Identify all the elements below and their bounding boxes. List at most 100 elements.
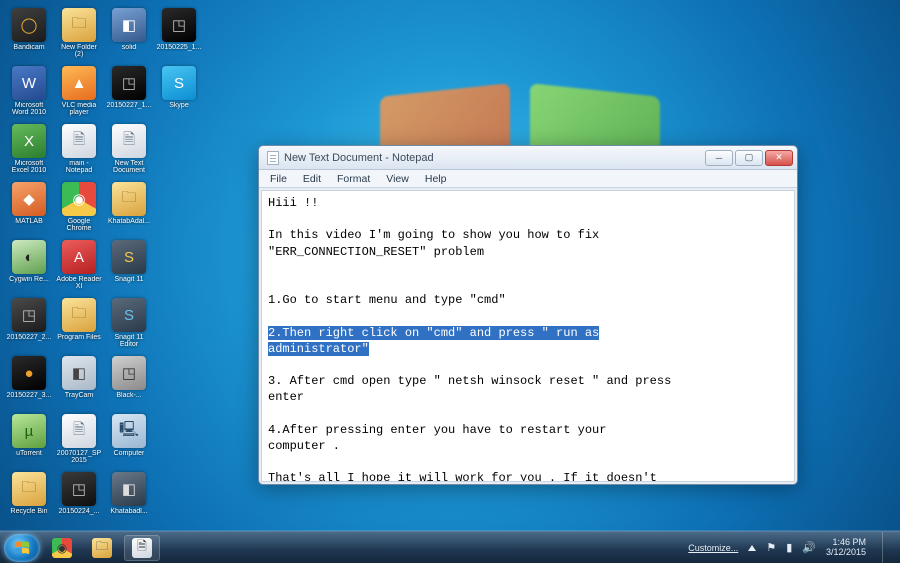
desktop-icon-label: main - Notepad <box>56 160 102 175</box>
desktop-icon-label: 20070127_SP2015 <box>56 450 102 465</box>
taskbar-button[interactable]: 🗀 <box>84 535 120 561</box>
window-title: New Text Document - Notepad <box>284 152 705 164</box>
desktop-icon-image: S <box>112 240 146 274</box>
desktop-icon-label: uTorrent <box>16 450 42 457</box>
editor-text-selected: 2.Then right click on "cmd" and press " … <box>268 326 599 356</box>
desktop-icon[interactable]: ◐Cygwin Re... <box>6 238 52 294</box>
menu-format[interactable]: Format <box>330 172 377 186</box>
desktop-icon-label: Computer <box>114 450 145 457</box>
desktop-icon-label: Adobe Reader XI <box>56 276 102 291</box>
desktop-icon-label: MATLAB <box>15 218 43 225</box>
desktop-icon-image: ● <box>12 356 46 390</box>
notepad-icon <box>267 151 279 165</box>
tray-overflow-icon[interactable] <box>748 545 756 551</box>
desktop-icon[interactable]: A Adobe Reader XI <box>56 238 102 294</box>
tray-customize-link[interactable]: Customize... <box>688 543 738 553</box>
desktop-icon-label: Khatabadl... <box>110 508 147 515</box>
minimize-button[interactable]: ─ <box>705 150 733 166</box>
notepad-menubar: FileEditFormatViewHelp <box>259 170 797 188</box>
desktop-icon[interactable]: WMicrosoft Word 2010 <box>6 64 52 120</box>
desktop-icon[interactable]: ▲ VLC media player <box>56 64 102 120</box>
desktop-icon-label: Black-... <box>116 392 141 399</box>
desktop-icon[interactable]: 🗀KhatabAdal... <box>106 180 152 236</box>
desktop-icon-image: ◆ <box>12 182 46 216</box>
desktop-icon-image: ◧ <box>62 356 96 390</box>
desktop-icon-label: 20150225_1... <box>157 44 202 51</box>
desktop-icon-label: TrayCam <box>65 392 94 399</box>
desktop-icon-label: New Text Document <box>106 160 152 175</box>
desktop-icon-label: VLC media player <box>56 102 102 117</box>
desktop-icon[interactable]: ◧solid <box>106 6 152 62</box>
desktop-icon-image: 🗎 <box>112 124 146 158</box>
desktop-icon[interactable]: ◳20150225_1... <box>156 6 202 62</box>
desktop-icon[interactable]: ◳ 20150227_2... <box>6 296 52 352</box>
desktop-icon-image: ◯ <box>12 8 46 42</box>
desktop-icon[interactable]: 🗀Program Files <box>56 296 102 352</box>
desktop-icon[interactable]: ◧ Khatabadl... <box>106 470 152 526</box>
desktop-icon-image: X <box>12 124 46 158</box>
volume-icon[interactable]: 🔊 <box>802 541 816 554</box>
taskbar-clock[interactable]: 1:46 PM 3/12/2015 <box>826 538 866 558</box>
desktop-icon[interactable]: ◯Bandicam <box>6 6 52 62</box>
explorer-icon: 🗀 <box>92 538 112 558</box>
desktop-icon[interactable]: 🗎20070127_SP2015 <box>56 412 102 468</box>
close-button[interactable]: ✕ <box>765 150 793 166</box>
menu-edit[interactable]: Edit <box>296 172 328 186</box>
taskbar-button[interactable]: 🗎 <box>124 535 160 561</box>
desktop-icon[interactable]: ◧ TrayCam <box>56 354 102 410</box>
desktop-icon[interactable]: SSnagit 11 Editor <box>106 296 152 352</box>
chrome-icon: ◉ <box>52 538 72 558</box>
desktop-icon[interactable]: 🗎main - Notepad <box>56 122 102 178</box>
desktop-icon-image: ◧ <box>112 472 146 506</box>
desktop-icon[interactable]: ◉Google Chrome <box>56 180 102 236</box>
notepad-text-area[interactable]: Hiii !! In this video I'm going to show … <box>261 190 795 482</box>
desktop-icon[interactable]: ◳20150224_... <box>56 470 102 526</box>
desktop-icon[interactable]: 🗀 New Folder (2) <box>56 6 102 62</box>
desktop-icon-label: Recycle Bin <box>11 508 48 515</box>
desktop-icon-image: 🗀 <box>62 8 96 42</box>
desktop-icon-image: ◉ <box>62 182 96 216</box>
desktop-icon-label: solid <box>122 44 136 51</box>
desktop-icon-image: ◳ <box>112 66 146 100</box>
desktop-icon[interactable]: µuTorrent <box>6 412 52 468</box>
notepad-app-icon: 🗎 <box>132 538 152 558</box>
desktop-icon-label: 20150227_1... <box>107 102 152 109</box>
maximize-button[interactable]: ▢ <box>735 150 763 166</box>
desktop-icon-image: S <box>112 298 146 332</box>
desktop-icon[interactable]: SSkype <box>156 64 202 120</box>
menu-file[interactable]: File <box>263 172 294 186</box>
desktop-icon[interactable]: ◳ Black-... <box>106 354 152 410</box>
desktop-icon[interactable]: XMicrosoft Excel 2010 <box>6 122 52 178</box>
taskbar-button[interactable]: ◉ <box>44 535 80 561</box>
desktop-icon[interactable]: S Snagit 11 <box>106 238 152 294</box>
show-desktop-button[interactable] <box>882 532 892 563</box>
taskbar: ◉ 🗀 🗎 Customize... ⚑ ▮ 🔊 1:46 PM 3/12/2015 <box>0 531 900 563</box>
desktop-icon-image: ◳ <box>112 356 146 390</box>
menu-help[interactable]: Help <box>418 172 454 186</box>
desktop-icon[interactable]: ◆ MATLAB <box>6 180 52 236</box>
start-button[interactable] <box>4 534 40 562</box>
menu-view[interactable]: View <box>379 172 416 186</box>
desktop-icon-image: ◳ <box>12 298 46 332</box>
desktop-icon[interactable]: ● 20150227_3... <box>6 354 52 410</box>
clock-date: 3/12/2015 <box>826 548 866 558</box>
desktop-icon[interactable]: 🗎 New Text Document <box>106 122 152 178</box>
desktop-icon-label: 20150227_2... <box>7 334 52 341</box>
desktop-icon[interactable]: 🗀 Recycle Bin <box>6 470 52 526</box>
desktop-icon-label: KhatabAdal... <box>108 218 150 225</box>
desktop-icon-image: 🗀 <box>62 298 96 332</box>
desktop-icon-label: 20150227_3... <box>7 392 52 399</box>
network-icon[interactable]: ▮ <box>786 541 792 554</box>
desktop-icon[interactable]: 🖳 Computer <box>106 412 152 468</box>
desktop-icon-image: S <box>162 66 196 100</box>
desktop-icon[interactable]: ◳ 20150227_1... <box>106 64 152 120</box>
desktop-icon-label: Snagit 11 <box>114 276 143 283</box>
notepad-titlebar[interactable]: New Text Document - Notepad ─ ▢ ✕ <box>259 146 797 170</box>
desktop-icon-image: A <box>62 240 96 274</box>
desktop-icon-image: ▲ <box>62 66 96 100</box>
notepad-window: New Text Document - Notepad ─ ▢ ✕ FileEd… <box>258 145 798 485</box>
desktop-icon-image: 🗀 <box>12 472 46 506</box>
desktop-icon-label: New Folder (2) <box>56 44 102 59</box>
desktop-icon-image: 🖳 <box>112 414 146 448</box>
action-center-icon[interactable]: ⚑ <box>766 541 776 554</box>
